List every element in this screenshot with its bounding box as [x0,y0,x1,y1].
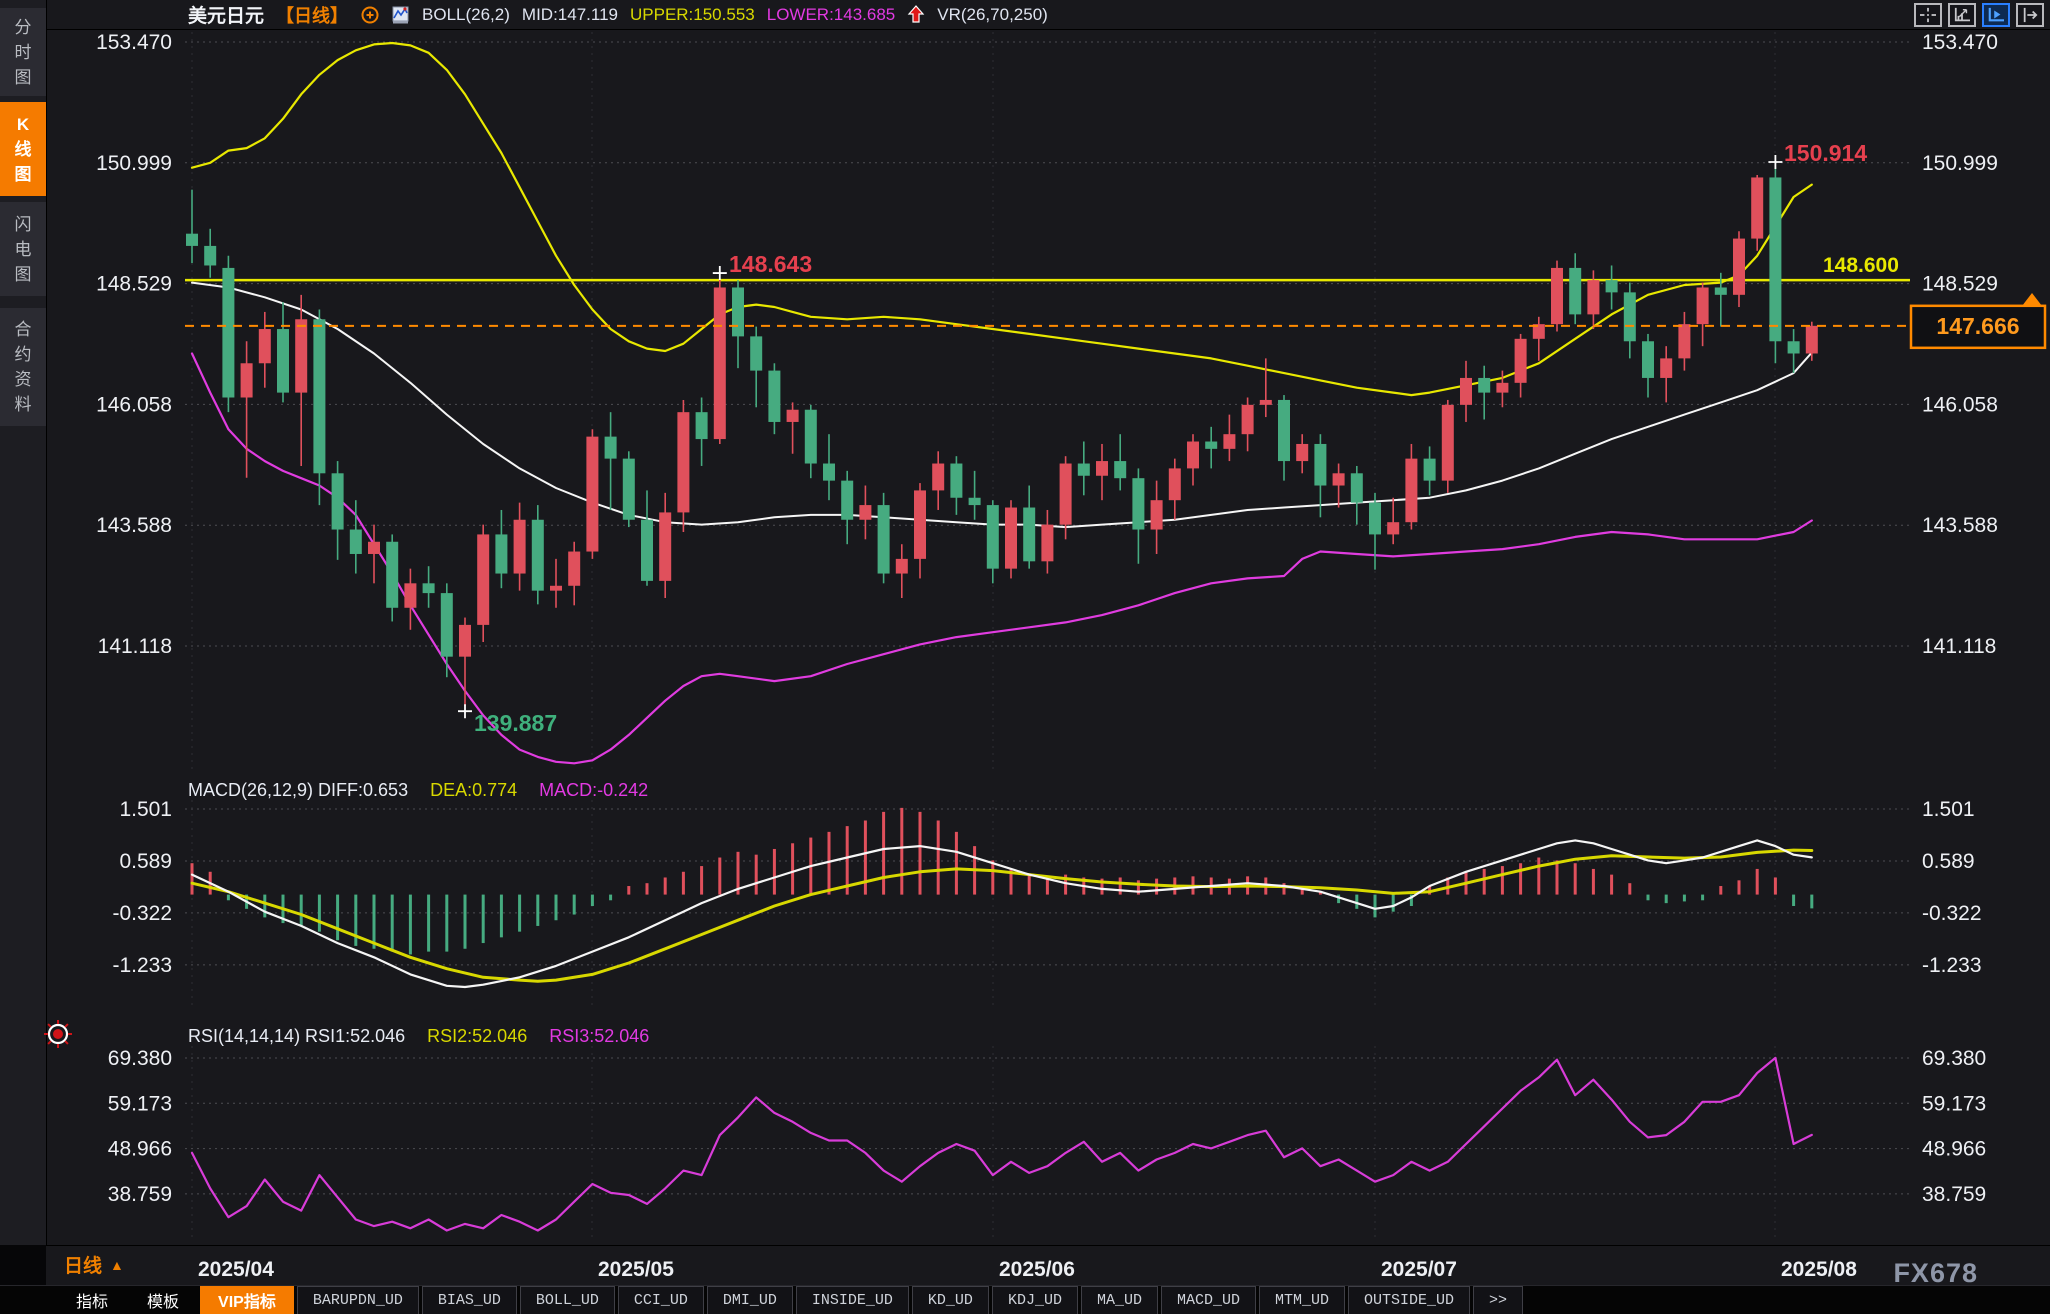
tab-cciud[interactable]: CCI_UD [618,1286,704,1314]
boll-lower-line [192,354,1812,764]
current-price: 147.666 [185,293,2045,348]
svg-text:143.588: 143.588 [1922,514,1998,537]
svg-text:146.058: 146.058 [96,393,172,416]
add-indicator-icon[interactable] [360,5,380,25]
annotation-139-887: 139.887 [458,704,557,736]
symbol-title: 美元日元 [188,1,264,28]
current-price-box: 147.666 [1911,306,2045,348]
svg-text:59.173: 59.173 [1922,1092,1986,1115]
tab-kdud[interactable]: KD_UD [912,1286,989,1314]
chart-canvas: 148.600 147.666 150.914 148.643 139.887 MACD(… [0,0,2050,1314]
sidebar-item-flash-chart[interactable]: 闪电图 [0,202,46,296]
sidebar-item-contract-info[interactable]: 合约资料 [0,308,46,426]
macd-histogram [192,808,1812,955]
alert-price-line: 148.600 [185,254,1910,280]
svg-text:RSI(14,14,14) RSI1:52.046RSI2:: RSI(14,14,14) RSI1:52.046RSI2:52.046RSI3… [188,1026,649,1046]
svg-text:141.118: 141.118 [1922,635,1996,658]
rsi-header: RSI(14,14,14) RSI1:52.046RSI2:52.046RSI3… [188,1026,649,1046]
y-axis-left: 153.470 150.999 148.529 146.058 143.588 141.1… [96,31,172,1206]
boll-label: BOLL(26,2) [422,5,510,25]
svg-text:146.058: 146.058 [1922,393,1998,416]
svg-text:148.529: 148.529 [1922,273,1998,296]
tab-bollud[interactable]: BOLL_UD [520,1286,615,1314]
svg-text:150.914: 150.914 [1784,140,1867,166]
svg-text:-1.233: -1.233 [112,954,172,977]
svg-text:48.966: 48.966 [108,1138,172,1161]
up-arrow-icon [907,5,925,25]
svg-text:1.501: 1.501 [1922,798,1975,821]
svg-text:69.380: 69.380 [1922,1047,1986,1070]
candles [186,167,1818,706]
alert-bell-icon[interactable] [43,1019,73,1054]
chart-header: 美元日元 【日线】 BOLL(26,2) MID:147.119 UPPER:1… [46,0,2050,30]
tab-vip[interactable]: VIP指标 [200,1286,294,1314]
svg-text:150.999: 150.999 [96,152,172,175]
tab-mtmud[interactable]: MTM_UD [1259,1286,1345,1314]
rsi-line [192,1058,1812,1231]
chart-toolbar [1914,3,2044,27]
svg-text:48.966: 48.966 [1922,1138,1986,1161]
svg-text:0.589: 0.589 [1922,850,1975,873]
svg-text:59.173: 59.173 [108,1092,172,1115]
svg-text:150.999: 150.999 [1922,152,1998,175]
svg-text:143.588: 143.588 [96,514,172,537]
tab-macdud[interactable]: MACD_UD [1161,1286,1256,1314]
svg-text:-0.322: -0.322 [1922,902,1982,925]
svg-text:38.759: 38.759 [108,1183,172,1206]
tab-dmiud[interactable]: DMI_UD [707,1286,793,1314]
boll-upper-value: UPPER:150.553 [630,5,755,25]
annotation-150-914: 150.914 [1768,140,1867,169]
svg-text:69.380: 69.380 [108,1047,172,1070]
vr-label: VR(26,70,250) [937,5,1048,25]
tab-maud[interactable]: MA_UD [1081,1286,1158,1314]
svg-text:147.666: 147.666 [1936,313,2019,339]
y-axis-right: 153.470 150.999 148.529 146.058 143.588 141.1… [1922,31,1998,1206]
play-chart-icon[interactable] [1982,3,2010,27]
boll-lower-value: LOWER:143.685 [767,5,896,25]
svg-text:148.600: 148.600 [1823,254,1899,277]
sidebar-item-kline-chart[interactable]: K线图 [0,102,46,196]
dea-line [192,850,1812,981]
tab-[interactable]: 指标 [58,1286,126,1314]
chart-type-sidebar: 分时图 K线图 闪电图 合约资料 [0,0,47,1245]
zoom-axes-icon[interactable] [1948,3,1976,27]
tab-kdjud[interactable]: KDJ_UD [992,1286,1078,1314]
svg-text:139.887: 139.887 [474,710,557,736]
tab-biasud[interactable]: BIAS_UD [422,1286,517,1314]
svg-text:-1.233: -1.233 [1922,954,1982,977]
tab-[interactable]: 模板 [129,1286,197,1314]
annotation-148-643: 148.643 [713,251,812,280]
x-axis-row [46,1245,2050,1286]
tab-[interactable]: >> [1473,1286,1523,1314]
svg-text:38.759: 38.759 [1922,1183,1986,1206]
svg-text:153.470: 153.470 [96,31,172,54]
indicator-tabbar: 指标模板VIP指标BARUPDN_UDBIAS_UDBOLL_UDCCI_UDD… [0,1285,2050,1314]
triangle-up-icon: ▲ [110,1257,124,1273]
tab-barupdnud[interactable]: BARUPDN_UD [297,1286,419,1314]
svg-text:1.501: 1.501 [119,798,172,821]
svg-text:153.470: 153.470 [1922,31,1998,54]
crosshair-icon[interactable] [1914,3,1942,27]
boll-upper-line [192,43,1812,395]
svg-text:148.643: 148.643 [729,251,812,277]
period-tag: 【日线】 [276,2,348,28]
tab-outsideud[interactable]: OUTSIDE_UD [1348,1286,1470,1314]
sidebar-item-time-chart[interactable]: 分时图 [0,8,46,96]
svg-text:0.589: 0.589 [119,850,172,873]
trading-app: 148.600 147.666 150.914 148.643 139.887 MACD(… [0,0,2050,1314]
boll-mid-value: MID:147.119 [522,5,618,25]
svg-text:148.529: 148.529 [96,273,172,296]
svg-text:-0.322: -0.322 [112,902,172,925]
svg-text:MACD(26,12,9) DIFF:0.653DEA:0.: MACD(26,12,9) DIFF:0.653DEA:0.774MACD:-0… [188,780,648,800]
svg-text:141.118: 141.118 [98,635,172,658]
shift-right-icon[interactable] [2016,3,2044,27]
mini-chart-icon[interactable] [392,5,410,25]
tab-insideud[interactable]: INSIDE_UD [796,1286,909,1314]
macd-header: MACD(26,12,9) DIFF:0.653DEA:0.774MACD:-0… [188,780,648,800]
period-selector[interactable]: 日线 ▲ [64,1251,124,1278]
